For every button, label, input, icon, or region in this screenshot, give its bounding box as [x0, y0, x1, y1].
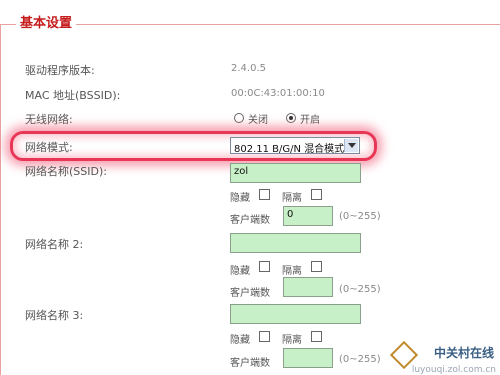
ssid1-input[interactable]: zol	[230, 163, 361, 183]
wireless-on-label: 开启	[300, 115, 320, 126]
ssid3-clients-label: 客户端数	[230, 358, 270, 369]
ssid3-hide-checkbox[interactable]	[259, 331, 270, 342]
ssid2-isolate-label: 隔离	[282, 266, 302, 277]
fieldset-border-left	[0, 24, 1, 375]
ssid2-isolate-checkbox[interactable]	[311, 261, 322, 272]
ssid3-hide-label: 隐藏	[230, 335, 250, 346]
ssid1-hide-checkbox[interactable]	[259, 189, 270, 200]
ssid3-isolate-checkbox[interactable]	[311, 331, 322, 342]
ssid2-input[interactable]	[230, 233, 361, 253]
ssid1-isolate-checkbox[interactable]	[311, 189, 322, 200]
watermark-url: luyouqi.zol.com.cn	[411, 365, 496, 375]
ssid2-hide-checkbox[interactable]	[259, 261, 270, 272]
ssid3-label: 网络名称 3:	[25, 309, 84, 322]
ssid3-input[interactable]	[230, 304, 361, 324]
network-mode-value: 802.11 B/G/N 混合模式	[234, 144, 345, 155]
watermark-text: 中关村在线	[433, 346, 494, 360]
network-mode-label: 网络模式:	[25, 141, 73, 154]
mac-address-value: 00:0C:43:01:00:10	[231, 88, 325, 99]
ssid2-range-hint: (0~255)	[339, 284, 381, 295]
driver-version-value: 2.4.0.5	[231, 63, 266, 74]
wireless-off-radio[interactable]	[234, 113, 244, 123]
ssid3-range-hint: (0~255)	[339, 354, 381, 365]
ssid2-clients-input[interactable]	[283, 277, 333, 297]
driver-version-label: 驱动程序版本:	[25, 64, 95, 77]
ssid2-clients-label: 客户端数	[230, 288, 270, 299]
ssid1-label: 网络名称(SSID):	[25, 165, 107, 178]
ssid1-range-hint: (0~255)	[339, 211, 381, 222]
chevron-down-icon[interactable]	[344, 139, 358, 152]
ssid1-isolate-label: 隔离	[282, 193, 302, 204]
ssid1-clients-label: 客户端数	[230, 215, 270, 226]
ssid2-label: 网络名称 2:	[25, 238, 84, 251]
ssid1-clients-input[interactable]: 0	[283, 206, 333, 226]
ssid2-hide-label: 隐藏	[230, 266, 250, 277]
network-mode-select[interactable]: 802.11 B/G/N 混合模式	[230, 137, 360, 155]
section-title: 基本设置	[16, 16, 77, 32]
wireless-off-label: 关闭	[248, 115, 268, 126]
ssid3-isolate-label: 隔离	[282, 335, 302, 346]
ssid3-clients-input[interactable]	[283, 348, 333, 368]
mac-address-label: MAC 地址(BSSID):	[25, 89, 121, 102]
wireless-label: 无线网络:	[25, 113, 73, 126]
wireless-on-radio[interactable]	[286, 113, 296, 123]
ssid1-hide-label: 隐藏	[230, 193, 250, 204]
